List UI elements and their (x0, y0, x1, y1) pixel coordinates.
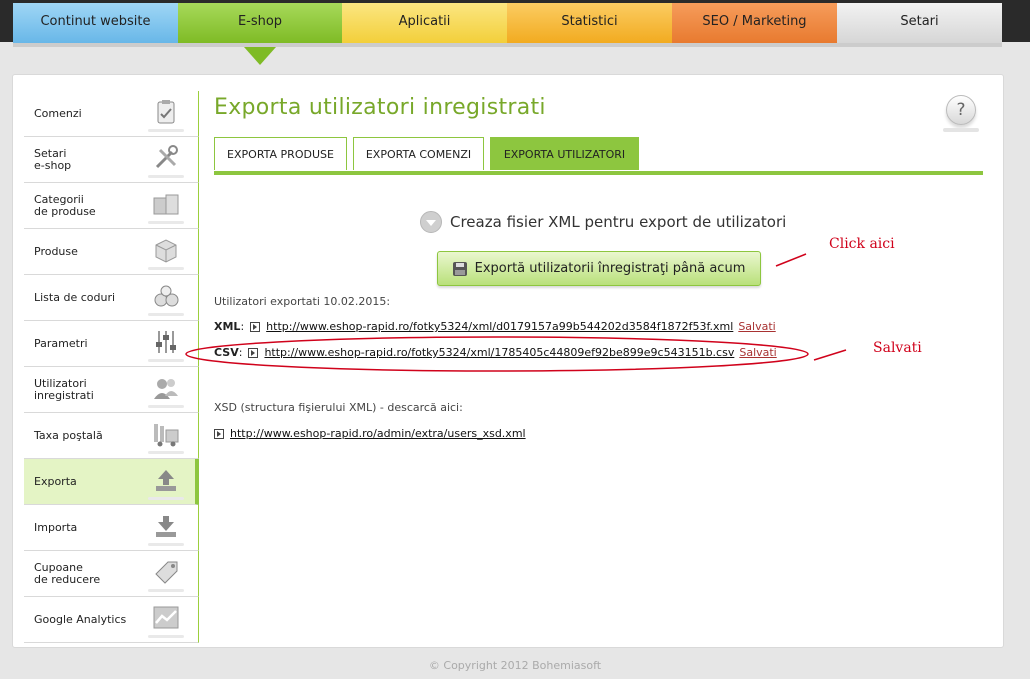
click-here-annotation: Click aici (829, 236, 895, 252)
saved-annotation: Salvati (873, 340, 922, 356)
click-here-pointer-line (775, 253, 807, 267)
copyright-footer: © Copyright 2012 Bohemiasoft (428, 659, 602, 672)
csv-highlight-ellipse (185, 336, 809, 372)
saved-pointer-line (813, 349, 847, 361)
